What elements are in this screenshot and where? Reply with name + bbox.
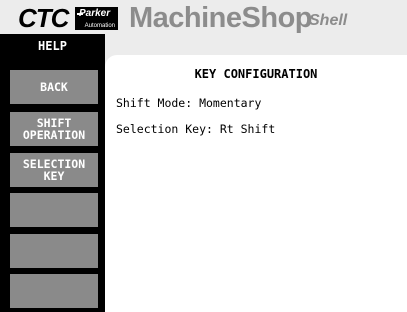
header-bar: CTC Parker Automation MachineShop Shell: [0, 0, 407, 34]
ctc-logo: CTC: [18, 3, 69, 33]
selection-key-text: Selection Key: Rt Shift: [116, 122, 276, 136]
back-button[interactable]: BACK: [10, 70, 98, 104]
back-button-label: BACK: [40, 80, 68, 94]
parker-logo: Parker Automation: [75, 7, 118, 30]
shift-operation-label-line2: OPERATION: [22, 128, 86, 142]
parker-logo-text: Parker: [79, 8, 111, 19]
sidebar-title: HELP: [38, 39, 67, 53]
sidebar: HELP BACK SHIFT OPERATION SELECTION KEY: [0, 34, 105, 312]
selection-key-button[interactable]: SELECTION KEY: [10, 153, 98, 187]
selection-key-label-line2: KEY: [43, 169, 65, 183]
help-panel: KEY CONFIGURATION Shift Mode: Momentary …: [105, 55, 407, 312]
app-subtitle: Shell: [309, 12, 348, 29]
panel-title: KEY CONFIGURATION: [194, 67, 318, 81]
app-title: MachineShop: [129, 2, 313, 34]
shift-mode-text: Shift Mode: Momentary: [116, 96, 262, 110]
blank-button-6[interactable]: [10, 274, 98, 308]
parker-logo-subtext: Automation: [84, 23, 115, 29]
shift-operation-button[interactable]: SHIFT OPERATION: [10, 112, 98, 146]
blank-button-5[interactable]: [10, 234, 98, 268]
blank-button-4[interactable]: [10, 193, 98, 227]
